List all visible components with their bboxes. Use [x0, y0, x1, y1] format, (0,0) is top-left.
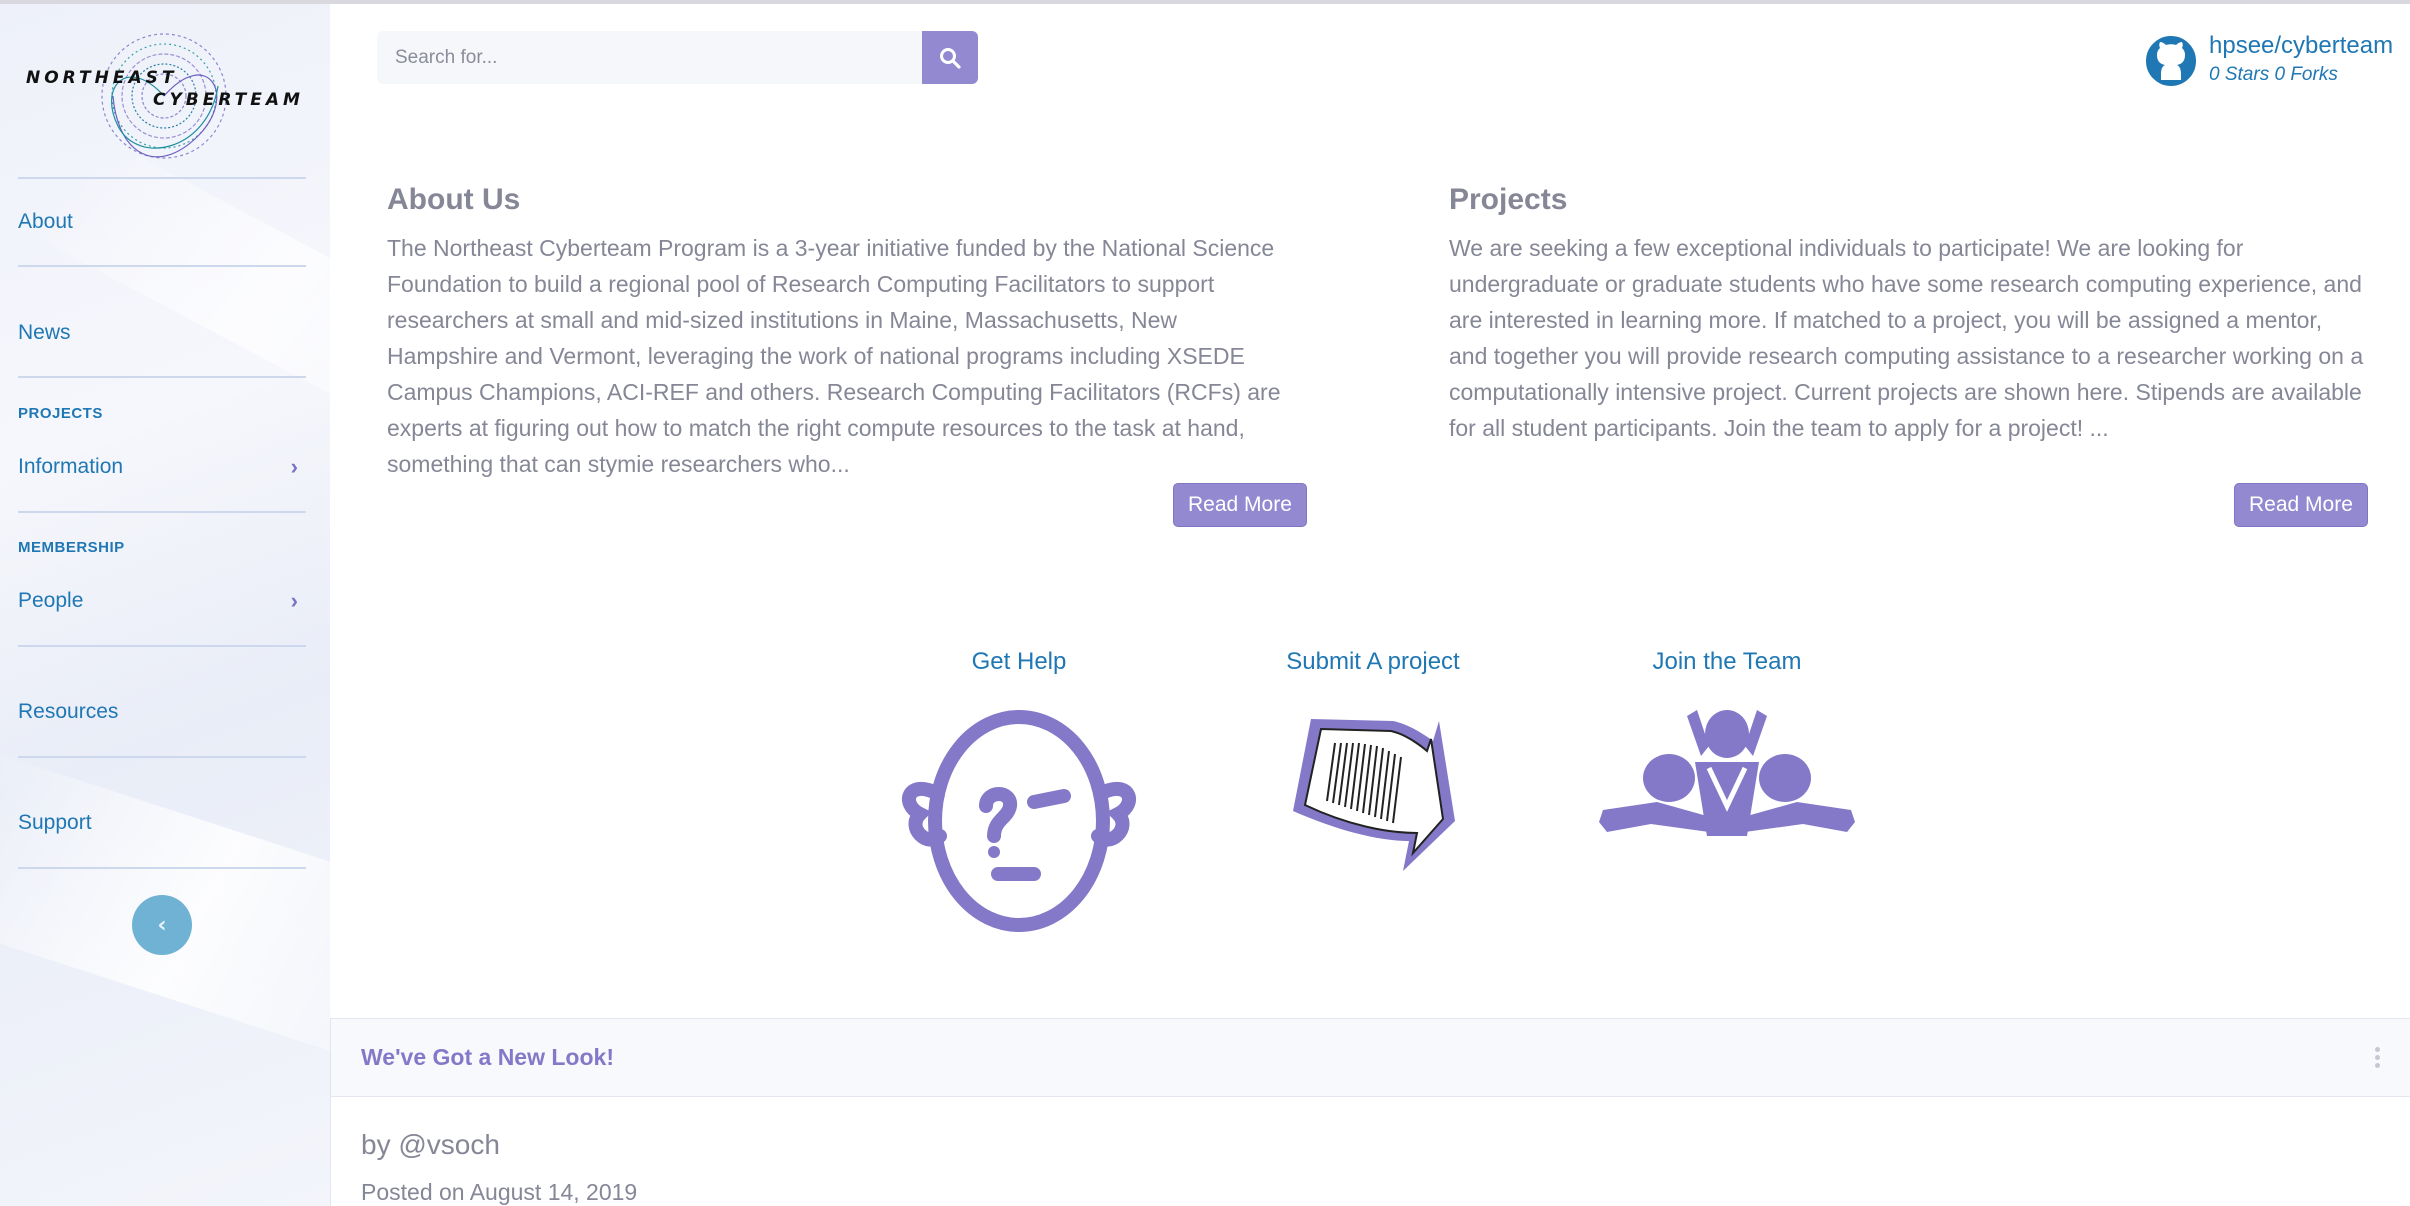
get-help-link[interactable]: Get Help	[889, 648, 1149, 940]
news-card-title[interactable]: We've Got a New Look!	[361, 1044, 614, 1071]
sidebar-item-label: Support	[18, 811, 92, 834]
sidebar-heading-projects: PROJECTS	[18, 405, 103, 422]
search-input[interactable]	[377, 31, 922, 84]
about-body: The Northeast Cyberteam Program is a 3-y…	[387, 235, 1281, 477]
chevron-right-icon: ›	[290, 454, 298, 479]
projects-title: Projects	[1449, 183, 1568, 216]
submit-project-label: Submit A project	[1286, 648, 1460, 675]
about-read-more-button[interactable]: Read More	[1173, 483, 1307, 527]
sidebar-item-label: About	[18, 210, 73, 233]
join-team-link[interactable]: Join the Team	[1597, 648, 1857, 860]
divider	[18, 265, 306, 267]
sidebar-item-news[interactable]: News	[18, 313, 306, 353]
divider	[18, 645, 306, 647]
divider	[18, 756, 306, 758]
sidebar-item-about[interactable]: About	[18, 202, 306, 242]
sidebar-item-label: News	[18, 321, 71, 344]
brand-line1: NORTHEAST	[26, 68, 178, 88]
sidebar-item-label: Resources	[18, 700, 119, 723]
divider	[18, 867, 306, 869]
projects-read-more-button[interactable]: Read More	[2234, 483, 2368, 527]
sidebar-heading-membership: MEMBERSHIP	[18, 539, 125, 556]
search-button[interactable]	[922, 31, 978, 84]
news-byline: by @vsoch	[361, 1129, 500, 1160]
projects-body: We are seeking a few exceptional individ…	[1449, 235, 2364, 441]
sidebar-item-label: Information	[18, 455, 124, 478]
sidebar-item-information[interactable]: Information ›	[18, 447, 306, 487]
document-arrow-icon	[1293, 719, 1455, 871]
chevron-right-icon: ›	[290, 588, 298, 613]
news-card-header: We've Got a New Look!	[331, 1019, 2410, 1097]
get-help-label: Get Help	[971, 648, 1067, 675]
github-repo-name: hpsee/cyberteam	[2209, 32, 2394, 59]
sidebar-item-support[interactable]: Support	[18, 803, 306, 843]
team-people-icon	[1599, 710, 1855, 836]
sidebar-item-people[interactable]: People ›	[18, 581, 306, 621]
confused-face-icon	[902, 710, 1136, 932]
divider	[18, 511, 306, 513]
divider	[18, 177, 306, 179]
search-bar	[377, 31, 978, 84]
news-card: We've Got a New Look! by @vsoch Posted o…	[330, 1018, 2410, 1206]
search-icon	[940, 47, 961, 69]
about-title: About Us	[387, 183, 521, 216]
sidebar-item-resources[interactable]: Resources	[18, 692, 306, 732]
sidebar-item-label: People	[18, 589, 84, 612]
submit-project-link[interactable]: Submit A project	[1243, 648, 1503, 895]
chevron-left-icon: ‹	[157, 912, 167, 938]
join-team-label: Join the Team	[1652, 648, 1802, 675]
github-repo-link[interactable]: hpsee/cyberteam 0 Stars 0 Forks	[2146, 32, 2396, 94]
more-options-icon[interactable]	[2375, 1047, 2380, 1068]
sidebar-toggle-button[interactable]: ‹	[132, 895, 192, 955]
news-posted-date: Posted on August 14, 2019	[361, 1179, 638, 1205]
divider	[18, 376, 306, 378]
github-icon	[2146, 36, 2196, 86]
brand-logo[interactable]: NORTHEAST CYBERTEAM	[18, 26, 308, 166]
brand-line2: CYBERTEAM	[153, 90, 304, 110]
top-border	[0, 0, 2410, 4]
sidebar: NORTHEAST CYBERTEAM About News PROJECTS …	[0, 4, 330, 1206]
github-repo-stats: 0 Stars 0 Forks	[2209, 64, 2338, 85]
